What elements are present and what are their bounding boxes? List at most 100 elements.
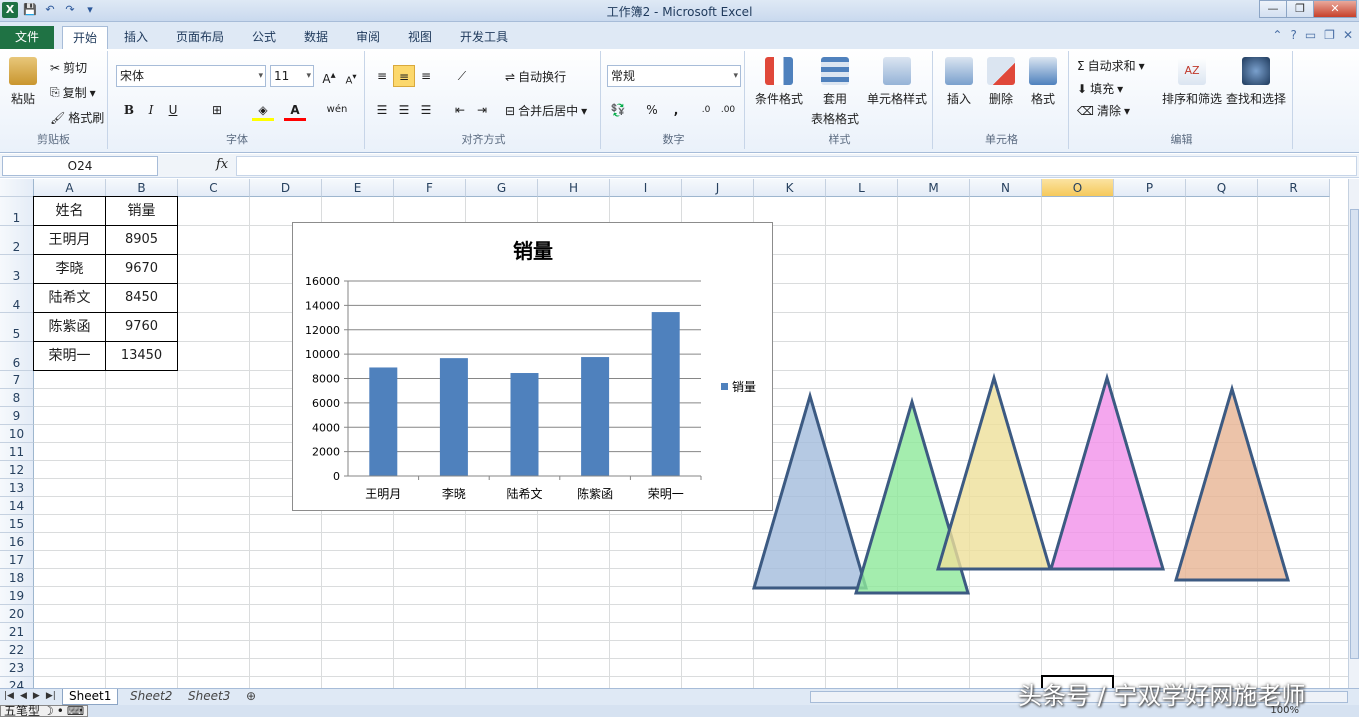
tab-home[interactable]: 开始 xyxy=(62,26,109,49)
ribbon-controls: ⌃ ? ▭ ❐ ✕ xyxy=(1272,28,1353,42)
clear-button[interactable]: ⌫ 清除 ▾ xyxy=(1077,102,1130,119)
sheet-tab-1[interactable]: Sheet1 xyxy=(62,689,119,705)
comma-button[interactable]: , xyxy=(665,99,687,121)
insert-sheet-icon[interactable]: ⊕ xyxy=(240,689,262,705)
align-right-button[interactable]: ☰ xyxy=(415,99,437,121)
triangle-shape-5[interactable] xyxy=(1173,383,1291,582)
minimize-button[interactable]: — xyxy=(1259,0,1287,18)
cell-styles-button[interactable]: 单元格样式 xyxy=(865,57,929,107)
styles-group: 条件格式 套用 表格格式 单元格样式 样式 xyxy=(747,51,933,149)
keyboard-icon: ⌨ xyxy=(66,705,85,717)
paste-button[interactable]: 粘贴 xyxy=(6,57,40,107)
border-button[interactable]: ⊞ xyxy=(206,99,228,121)
number-group: 常规 💱 % , .0 .00 数字 xyxy=(603,51,745,149)
format-as-table-label-1: 套用 xyxy=(822,92,847,106)
align-left-button[interactable]: ☰ xyxy=(371,99,393,121)
fill-button[interactable]: ⬇ 填充 ▾ xyxy=(1077,80,1123,97)
tab-file[interactable]: 文件 xyxy=(0,26,54,49)
doc-minimize-icon[interactable]: ▭ xyxy=(1305,28,1316,42)
sheet-tab-2[interactable]: Sheet2 xyxy=(124,689,178,705)
phonetic-button[interactable]: wén xyxy=(326,99,348,121)
shrink-font-button[interactable]: A▾ xyxy=(340,65,362,87)
delete-cells-icon xyxy=(987,57,1015,85)
sort-filter-icon: AZ xyxy=(1178,57,1206,85)
name-box[interactable]: O24 xyxy=(2,156,158,176)
grow-font-button[interactable]: A▴ xyxy=(318,65,340,87)
tab-insert[interactable]: 插入 xyxy=(114,26,158,49)
currency-button[interactable]: 💱 xyxy=(607,99,629,121)
wrap-text-button[interactable]: ⇌ 自动换行 xyxy=(505,68,566,85)
bold-button[interactable]: B xyxy=(118,99,140,121)
format-cells-button[interactable]: 格式 xyxy=(1025,57,1061,107)
last-sheet-icon[interactable]: ▶| xyxy=(46,691,56,701)
tab-formulas[interactable]: 公式 xyxy=(242,26,286,49)
format-painter-button[interactable]: 🖌 格式刷 xyxy=(50,109,104,126)
font-color-button[interactable]: A xyxy=(284,99,306,121)
number-format-select[interactable]: 常规 xyxy=(607,65,741,87)
triangle-shape-3[interactable] xyxy=(935,372,1053,571)
sort-filter-label: 排序和筛选 xyxy=(1161,92,1222,106)
format-as-table-button[interactable]: 套用 表格格式 xyxy=(805,57,865,127)
first-sheet-icon[interactable]: |◀ xyxy=(4,691,14,701)
clear-label: 清除 xyxy=(1096,104,1121,118)
ribbon-tabs: 文件 开始 插入 页面布局 公式 数据 审阅 视图 开发工具 ⌃ ? ▭ ❐ ✕ xyxy=(0,22,1359,49)
underline-button[interactable]: U xyxy=(162,99,184,121)
triangle-shape-4[interactable] xyxy=(1048,372,1166,571)
triangle-shape-1[interactable] xyxy=(752,390,868,590)
merge-center-button[interactable]: ⊟ 合并后居中 ▾ xyxy=(505,102,587,119)
formula-input[interactable] xyxy=(236,156,1357,176)
italic-button[interactable]: I xyxy=(140,99,162,121)
align-bottom-button[interactable]: ≡ xyxy=(415,65,437,87)
minimize-ribbon-icon[interactable]: ⌃ xyxy=(1272,28,1282,42)
tab-view[interactable]: 视图 xyxy=(398,26,442,49)
find-select-button[interactable]: 查找和选择 xyxy=(1223,57,1289,107)
autosum-button[interactable]: Σ 自动求和 ▾ xyxy=(1077,57,1145,74)
ime-indicator[interactable]: 五笔型 ☽ • ⌨ xyxy=(0,705,89,717)
increase-decimal-button[interactable]: .0 xyxy=(695,99,717,121)
clipboard-group-label: 剪贴板 xyxy=(37,133,70,146)
decrease-indent-button[interactable]: ⇤ xyxy=(449,99,471,121)
conditional-format-label: 条件格式 xyxy=(754,92,803,106)
paste-label: 粘贴 xyxy=(10,92,35,106)
restore-button[interactable]: ❐ xyxy=(1286,0,1314,18)
cut-button[interactable]: ✂ 剪切 xyxy=(50,59,87,76)
increase-indent-button[interactable]: ⇥ xyxy=(471,99,493,121)
percent-button[interactable]: % xyxy=(641,99,663,121)
dot-icon: • xyxy=(56,705,64,717)
vertical-scroll-thumb[interactable] xyxy=(1350,209,1359,659)
sheet-tab-3[interactable]: Sheet3 xyxy=(182,689,236,705)
close-button[interactable]: ✕ xyxy=(1313,0,1357,18)
moon-icon: ☽ xyxy=(43,705,54,717)
tab-developer[interactable]: 开发工具 xyxy=(450,26,518,49)
doc-close-icon[interactable]: ✕ xyxy=(1343,28,1353,42)
copy-icon: ⎘ xyxy=(50,85,60,99)
insert-function-icon[interactable]: fx xyxy=(216,157,228,172)
paste-icon xyxy=(9,57,37,85)
worksheet-grid[interactable]: ABCDEFGHIJKLMNOPQR 1 2 3 4 5 6 7 8 9 10 11 12 13 14 15… xyxy=(0,179,1348,688)
tab-page-layout[interactable]: 页面布局 xyxy=(166,26,234,49)
font-name-select[interactable]: 宋体 xyxy=(116,65,266,87)
prev-sheet-icon[interactable]: ◀ xyxy=(20,691,27,701)
vertical-scrollbar[interactable] xyxy=(1348,179,1359,688)
align-top-button[interactable]: ≡ xyxy=(371,65,393,87)
align-middle-button[interactable]: ≡ xyxy=(393,65,415,87)
insert-cells-button[interactable]: 插入 xyxy=(941,57,977,107)
font-size-select[interactable]: 11 xyxy=(270,65,314,87)
tab-review[interactable]: 审阅 xyxy=(346,26,390,49)
cells-group-label: 单元格 xyxy=(985,133,1018,146)
delete-cells-button[interactable]: 删除 xyxy=(983,57,1019,107)
fill-color-button[interactable]: ◈ xyxy=(252,99,274,121)
copy-button[interactable]: ⎘ 复制 ▾ xyxy=(50,84,96,101)
orientation-button[interactable]: ⟋ xyxy=(451,65,473,87)
wrap-text-label: 自动换行 xyxy=(518,70,567,84)
tab-data[interactable]: 数据 xyxy=(294,26,338,49)
help-icon[interactable]: ? xyxy=(1290,28,1296,42)
conditional-format-button[interactable]: 条件格式 xyxy=(751,57,807,107)
next-sheet-icon[interactable]: ▶ xyxy=(33,691,40,701)
cut-label: 剪切 xyxy=(63,61,88,75)
table-icon xyxy=(821,57,849,85)
doc-restore-icon[interactable]: ❐ xyxy=(1324,28,1335,42)
align-center-button[interactable]: ☰ xyxy=(393,99,415,121)
sort-filter-button[interactable]: AZ 排序和筛选 xyxy=(1159,57,1225,107)
decrease-decimal-button[interactable]: .00 xyxy=(717,99,739,121)
